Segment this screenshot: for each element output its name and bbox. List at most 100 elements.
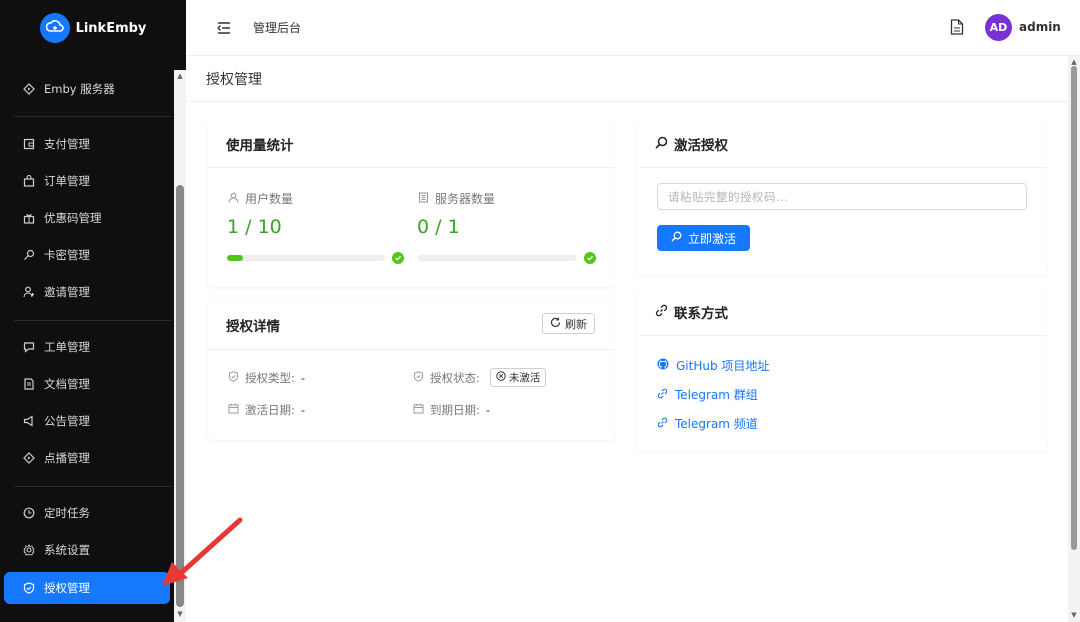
activate-button[interactable]: 立即激活 xyxy=(657,225,750,251)
sidebar-divider xyxy=(14,116,172,117)
link-label: GitHub 项目地址 xyxy=(676,359,770,373)
sidebar-item-tickets[interactable]: 工单管理 xyxy=(4,331,170,363)
user-count-label: 用户数量 xyxy=(228,190,293,207)
server-progress-bar xyxy=(418,255,576,261)
shield-check-icon xyxy=(413,370,424,385)
sidebar-item-vod[interactable]: 点播管理 xyxy=(4,442,170,474)
sidebar-item-label: 系统设置 xyxy=(44,543,90,557)
server-icon xyxy=(418,191,429,206)
user-progress-bar xyxy=(227,255,385,261)
sidebar-item-coupons[interactable]: 优惠码管理 xyxy=(4,202,170,234)
gift-icon xyxy=(22,211,36,225)
license-status-row: 授权状态: 未激活 xyxy=(413,368,547,387)
username[interactable]: admin xyxy=(1019,20,1061,34)
clock-icon xyxy=(22,506,36,520)
card-title: 联系方式 xyxy=(674,305,728,322)
sidebar-item-invites[interactable]: 邀请管理 xyxy=(4,276,170,308)
link-icon xyxy=(657,417,668,431)
scroll-down-icon[interactable]: ▼ xyxy=(175,610,185,618)
sidebar-item-settings[interactable]: 系统设置 xyxy=(4,534,170,566)
card-header: 使用量统计 xyxy=(208,120,615,168)
sidebar-item-announcements[interactable]: 公告管理 xyxy=(4,405,170,437)
sidebar-item-card-keys[interactable]: 卡密管理 xyxy=(4,239,170,271)
wallet-icon xyxy=(22,137,36,151)
card-title: 授权详情 xyxy=(226,318,280,335)
card-header: 激活授权 xyxy=(637,120,1047,168)
sidebar-item-license[interactable]: 授权管理 xyxy=(4,572,170,604)
sidebar-item-label: 工单管理 xyxy=(44,340,90,354)
sidebar-item-label: 定时任务 xyxy=(44,506,90,520)
card-title: 使用量统计 xyxy=(226,137,294,154)
refresh-button[interactable]: 刷新 xyxy=(542,313,595,334)
activation-date-value: - xyxy=(300,403,306,417)
sidebar-item-emby-server[interactable]: Emby 服务器 xyxy=(4,73,170,105)
main-scrollbar-thumb[interactable] xyxy=(1071,66,1077,550)
license-code-input[interactable] xyxy=(657,183,1027,210)
scroll-down-icon[interactable]: ▼ xyxy=(1069,611,1079,619)
gear-icon xyxy=(22,543,36,557)
stat-label-text: 用户数量 xyxy=(245,192,294,206)
page-title: 授权管理 xyxy=(206,72,262,88)
activate-button-label: 立即激活 xyxy=(687,231,736,246)
github-icon xyxy=(657,358,669,373)
usage-card: 使用量统计 用户数量 1 / 10 服务器数量 0 / 1 xyxy=(208,120,615,287)
sidebar-item-label: 卡密管理 xyxy=(44,248,90,262)
page-header: 授权管理 xyxy=(186,56,1068,102)
close-circle-icon xyxy=(496,371,506,384)
detail-label: 激活日期: xyxy=(245,403,295,417)
check-icon xyxy=(584,252,596,264)
sidebar-item-label: 订单管理 xyxy=(44,174,90,188)
detail-label: 到期日期: xyxy=(430,403,480,417)
calendar-icon xyxy=(413,403,424,417)
refresh-label: 刷新 xyxy=(565,317,587,331)
card-header: 联系方式 xyxy=(637,288,1047,336)
sidebar-item-scheduled-tasks[interactable]: 定时任务 xyxy=(4,497,170,529)
sidebar-item-payment[interactable]: 支付管理 xyxy=(4,128,170,160)
sidebar-item-label: 授权管理 xyxy=(44,581,90,595)
check-icon xyxy=(392,252,404,264)
calendar-icon xyxy=(228,403,239,417)
sidebar-item-label: 邀请管理 xyxy=(44,285,90,299)
logo[interactable]: LinkEmby xyxy=(0,0,186,56)
telegram-group-link[interactable]: Telegram 群组 xyxy=(657,386,758,403)
sidebar-item-label: 支付管理 xyxy=(44,137,90,151)
expiry-date-row: 到期日期: - xyxy=(413,402,490,418)
license-type-row: 授权类型: - xyxy=(228,370,305,386)
megaphone-icon xyxy=(22,414,36,428)
expiry-date-value: - xyxy=(485,403,491,417)
contact-card: 联系方式 GitHub 项目地址 Telegram 群组 Telegram 频道 xyxy=(637,288,1047,451)
user-icon xyxy=(228,192,239,206)
docs-icon[interactable] xyxy=(950,19,966,37)
sidebar-item-orders[interactable]: 订单管理 xyxy=(4,165,170,197)
scroll-up-icon[interactable]: ▲ xyxy=(175,72,185,80)
user-count-value: 1 / 10 xyxy=(227,216,282,238)
stat-label-text: 服务器数量 xyxy=(435,192,496,206)
breadcrumb[interactable]: 管理后台 xyxy=(253,19,301,36)
sidebar-item-label: Emby 服务器 xyxy=(44,82,115,96)
app-name: LinkEmby xyxy=(75,20,147,36)
key-icon xyxy=(22,248,36,262)
telegram-channel-link[interactable]: Telegram 频道 xyxy=(657,415,758,432)
status-badge: 未激活 xyxy=(489,368,547,387)
scroll-up-icon[interactable]: ▲ xyxy=(1069,58,1079,66)
card-title: 激活授权 xyxy=(674,137,728,154)
user-plus-icon xyxy=(22,285,36,299)
github-link[interactable]: GitHub 项目地址 xyxy=(657,357,769,374)
refresh-icon xyxy=(550,317,561,331)
sidebar-item-label: 优惠码管理 xyxy=(44,211,102,225)
link-label: Telegram 频道 xyxy=(675,417,758,431)
user-progress-fill xyxy=(227,255,243,261)
avatar[interactable]: AD xyxy=(985,14,1012,41)
license-type-value: - xyxy=(300,371,306,385)
detail-label: 授权状态: xyxy=(430,370,480,385)
menu-fold-icon[interactable] xyxy=(216,20,232,36)
top-header: 管理后台 AD admin xyxy=(186,0,1080,56)
chat-icon xyxy=(22,340,36,354)
bag-icon xyxy=(22,174,36,188)
emby-icon xyxy=(22,82,36,96)
detail-label: 授权类型: xyxy=(245,371,295,385)
sidebar-item-documents[interactable]: 文档管理 xyxy=(4,368,170,400)
play-icon xyxy=(22,451,36,465)
link-icon xyxy=(657,388,668,402)
link-label: Telegram 群组 xyxy=(675,388,758,402)
